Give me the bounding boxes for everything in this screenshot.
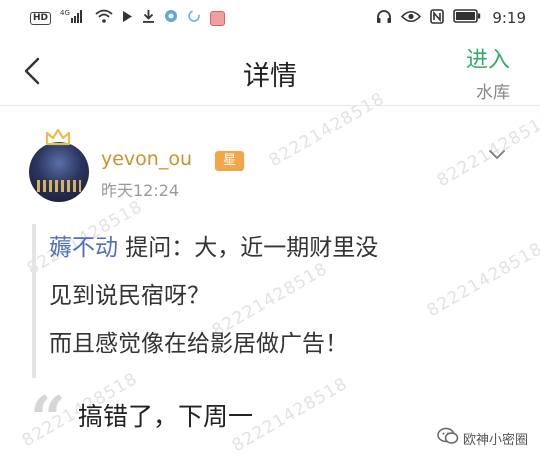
headphones-icon <box>376 9 392 28</box>
avatar[interactable] <box>29 142 89 202</box>
status-right: 9:19 <box>376 8 526 28</box>
post-timestamp: 昨天12:24 <box>101 181 180 200</box>
wechat-icon <box>437 427 459 449</box>
question-text-1: 提问：大，近一期财里没 <box>118 235 379 261</box>
nav-bar: 详情 进入 水库 <box>0 36 540 106</box>
page-title: 详情 <box>243 61 297 92</box>
quote-mark-icon: “ <box>30 382 66 455</box>
group-name[interactable]: 水库 <box>476 78 510 103</box>
question-line-1: 薅不动 提问：大，近一期财里没 <box>49 224 512 272</box>
clock: 9:19 <box>492 9 526 27</box>
battery-icon <box>453 9 481 27</box>
quoted-question: 薅不动 提问：大，近一期财里没 见到说民宿呀？ 而且感觉像在给影居做广告！ <box>32 224 512 378</box>
sync-icon <box>187 9 201 27</box>
wechat-brand: 欧神小密圈 <box>437 427 528 449</box>
status-bar: HD 4G 9:19 <box>0 0 540 36</box>
brand-text: 欧神小密圈 <box>462 432 528 448</box>
username[interactable]: yevon_ou <box>101 148 192 170</box>
app-badge-icon <box>210 10 226 26</box>
status-left: HD 4G <box>30 9 226 27</box>
app-notification-icon <box>164 9 178 27</box>
answer-text: 搞错了，下周一 <box>78 402 254 431</box>
hd-icon: HD <box>30 11 52 25</box>
download-icon <box>142 9 155 27</box>
asker-name[interactable]: 薅不动 <box>49 235 118 261</box>
chevron-down-icon[interactable] <box>487 146 507 165</box>
svg-text:4G: 4G <box>60 9 70 17</box>
avatar-city-lights <box>37 180 81 192</box>
eye-icon <box>401 10 422 27</box>
enter-button[interactable]: 进入 <box>466 42 510 74</box>
star-badge: 星 <box>215 151 245 171</box>
question-line-2: 见到说民宿呀？ <box>49 283 210 309</box>
question-line-3: 而且感觉像在给影居做广告！ <box>49 331 348 357</box>
crown-icon <box>45 128 71 150</box>
signal-icon: 4G <box>60 9 86 27</box>
nfc-icon <box>430 8 445 28</box>
wifi-icon <box>95 9 113 27</box>
play-icon <box>122 10 133 27</box>
